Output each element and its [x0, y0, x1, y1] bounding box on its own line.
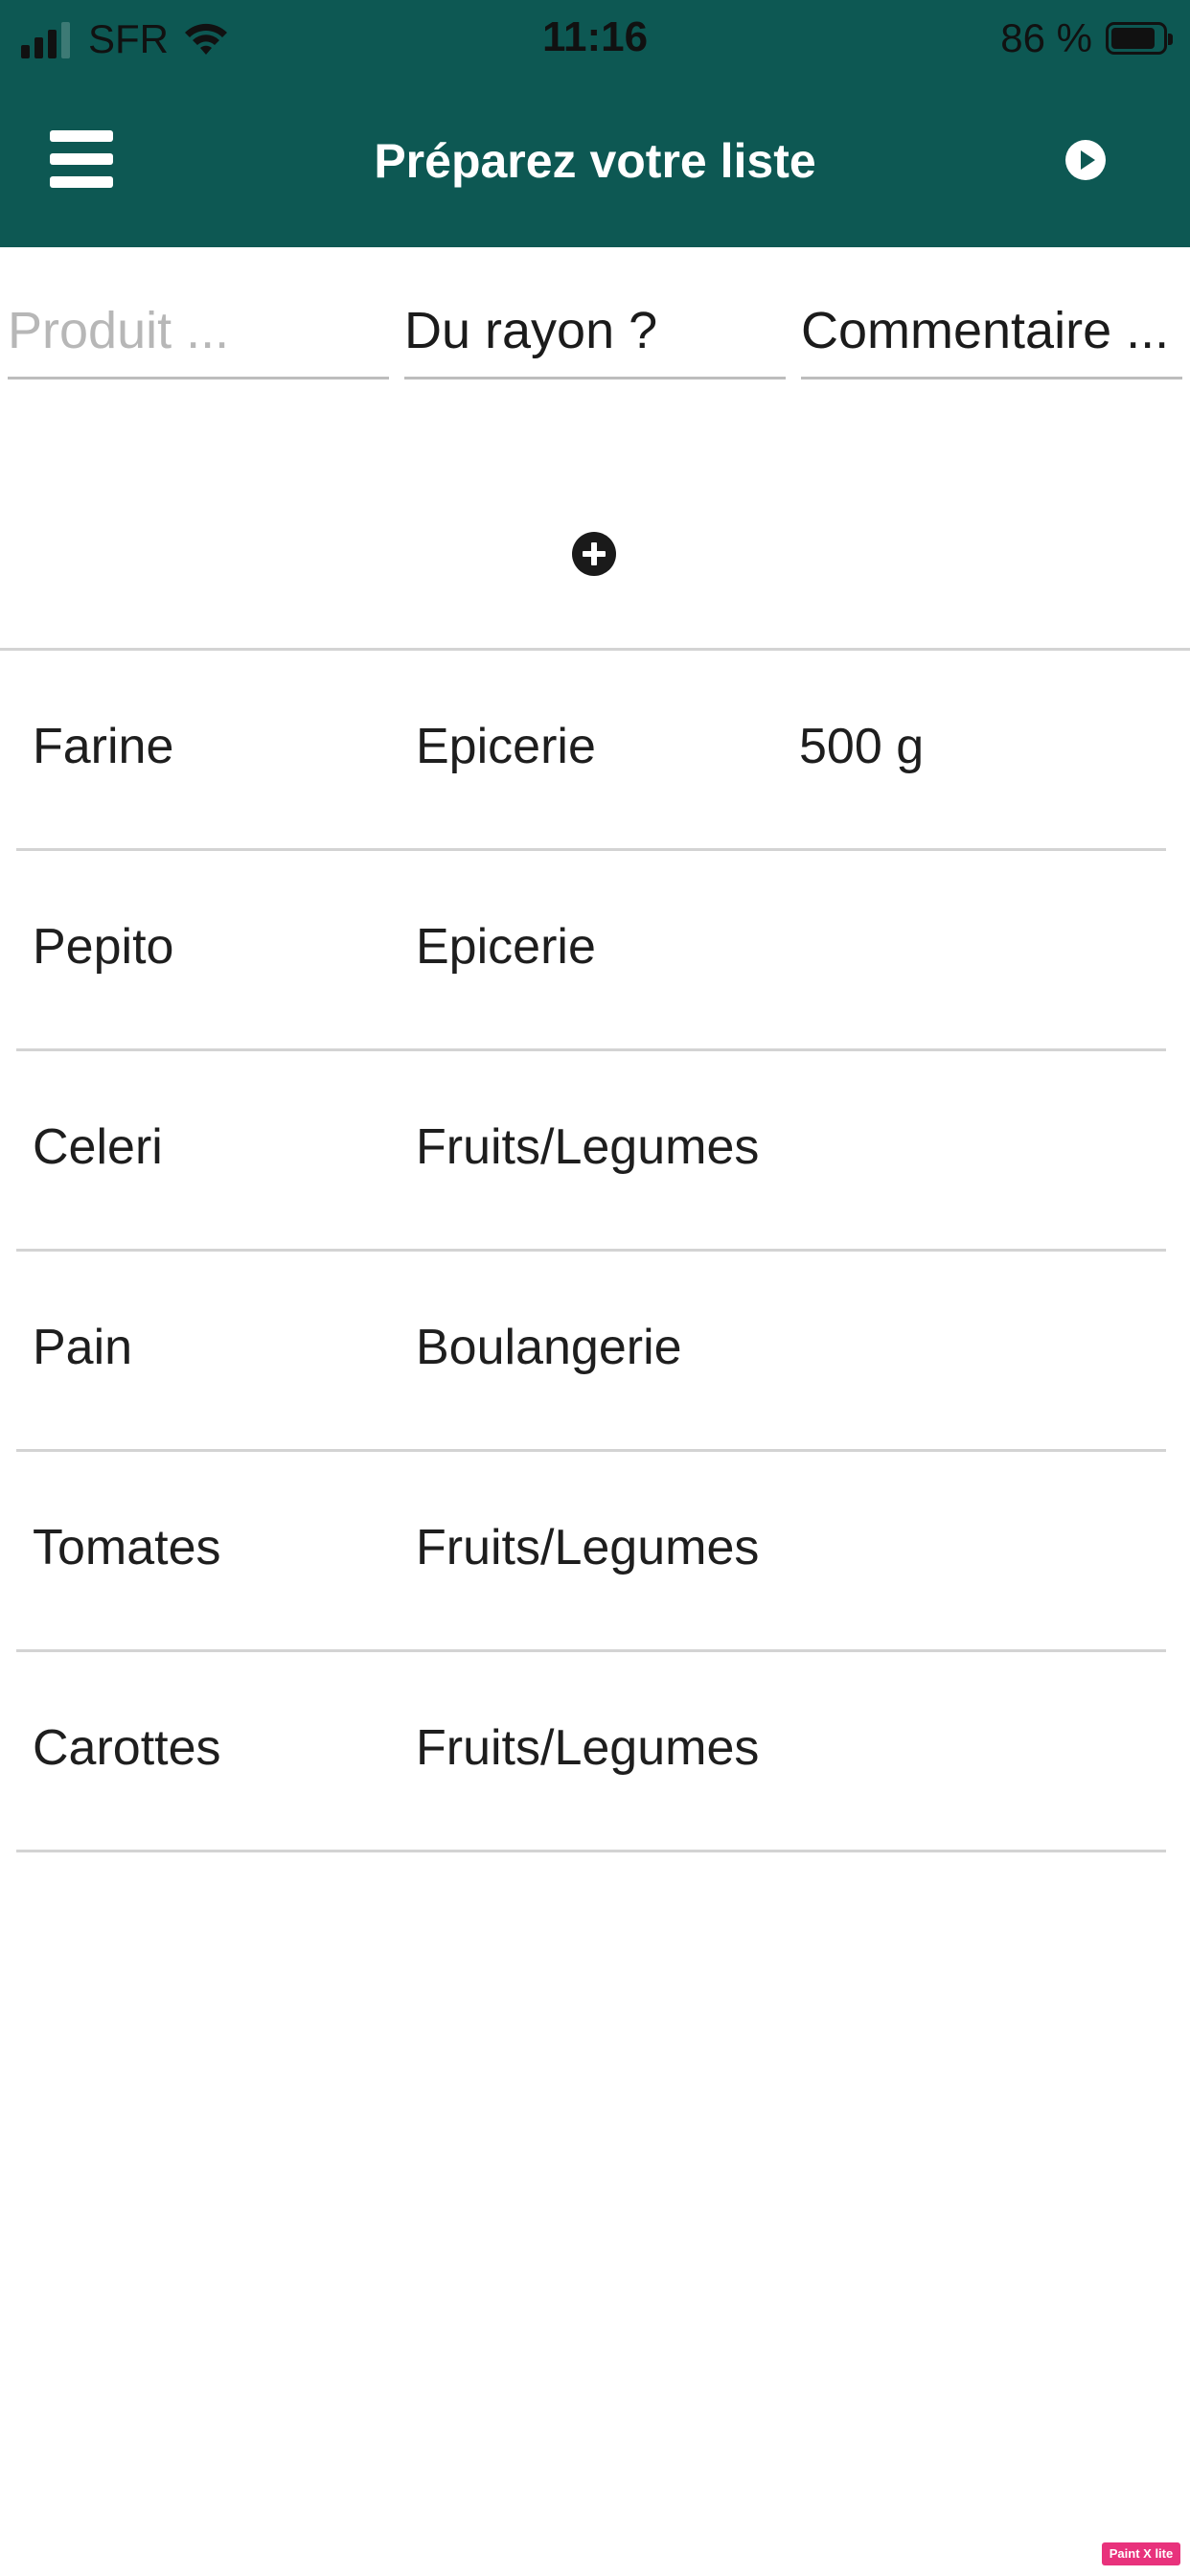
- status-bar: SFR 11:16 86 %: [0, 0, 1190, 80]
- item-aisle: Epicerie: [416, 719, 596, 774]
- shopping-list: Farine Epicerie 500 g Pepito Epicerie Ce…: [0, 651, 1190, 1852]
- add-item-form: [0, 247, 1190, 381]
- product-input[interactable]: [8, 284, 389, 380]
- item-comment: 500 g: [799, 719, 925, 774]
- item-aisle: Boulangerie: [416, 1320, 682, 1375]
- battery-level-fill: [1111, 28, 1155, 49]
- item-product: Tomates: [33, 1520, 221, 1576]
- list-item[interactable]: Tomates Fruits/Legumes: [0, 1452, 1190, 1652]
- battery-icon: [1106, 22, 1173, 55]
- item-product: Pain: [33, 1320, 133, 1375]
- row-divider: [16, 1850, 1166, 1852]
- play-circle-icon[interactable]: [1064, 138, 1108, 182]
- plus-circle-icon[interactable]: [571, 531, 617, 577]
- item-aisle: Fruits/Legumes: [416, 1720, 760, 1776]
- nav-bar: Préparez votre liste: [0, 80, 1190, 247]
- list-item[interactable]: Celeri Fruits/Legumes: [0, 1051, 1190, 1252]
- list-item[interactable]: Farine Epicerie 500 g: [0, 651, 1190, 851]
- item-product: Farine: [33, 719, 174, 774]
- list-item[interactable]: Pain Boulangerie: [0, 1252, 1190, 1452]
- battery-percent: 86 %: [1000, 15, 1092, 60]
- item-aisle: Fruits/Legumes: [416, 1119, 760, 1175]
- item-product: Pepito: [33, 919, 174, 975]
- status-right: 86 %: [1000, 13, 1173, 63]
- list-item[interactable]: Pepito Epicerie: [0, 851, 1190, 1051]
- battery-tip: [1168, 34, 1173, 45]
- page-title: Préparez votre liste: [374, 134, 816, 188]
- app-header: SFR 11:16 86 % Préparez votre liste: [0, 0, 1190, 247]
- aisle-input[interactable]: [404, 284, 786, 380]
- watermark-logo: Paint X lite: [1102, 2542, 1180, 2565]
- list-item[interactable]: Carottes Fruits/Legumes: [0, 1652, 1190, 1852]
- comment-input[interactable]: [801, 284, 1182, 380]
- item-product: Celeri: [33, 1119, 163, 1175]
- item-aisle: Fruits/Legumes: [416, 1520, 760, 1576]
- item-product: Carottes: [33, 1720, 221, 1776]
- item-aisle: Epicerie: [416, 919, 596, 975]
